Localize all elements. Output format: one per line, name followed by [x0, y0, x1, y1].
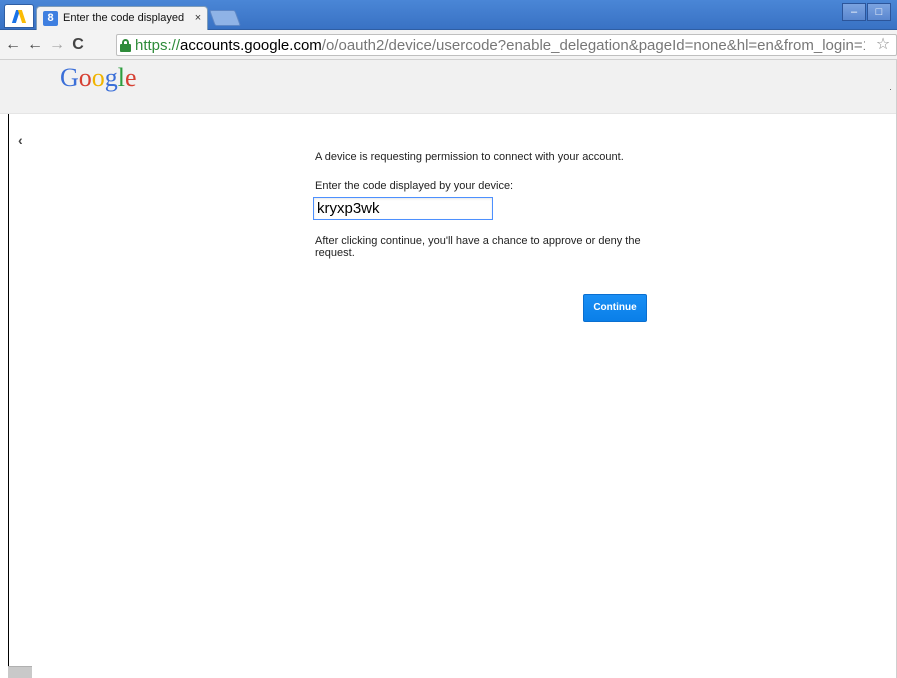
approval-info-message: After clicking continue, you'll have a c…	[315, 235, 641, 259]
continue-button[interactable]: Continue	[583, 294, 647, 322]
logo-letter: e	[125, 63, 137, 92]
logo-letter: l	[117, 63, 126, 92]
url-host: accounts.google.com	[180, 38, 322, 54]
browser-toolbar: ← ← → C https://accounts.google.com/o/oa…	[0, 30, 897, 60]
permission-message: A device is requesting permission to con…	[315, 151, 624, 163]
url-scheme: https://	[135, 38, 181, 54]
browser-app-icon[interactable]	[4, 4, 34, 28]
app-icon-stroke-right	[17, 10, 27, 23]
logo-letter: o	[91, 63, 105, 92]
logo-letter: g	[104, 63, 118, 92]
lock-icon[interactable]	[120, 39, 131, 52]
new-tab-button[interactable]	[209, 10, 241, 26]
browser-titlebar: 8 Enter the code displayed b × – □	[0, 0, 897, 30]
browser-tab-active[interactable]: 8 Enter the code displayed b ×	[36, 6, 208, 30]
back-button[interactable]: ←	[26, 35, 44, 55]
maximize-button[interactable]: □	[867, 3, 891, 21]
back-arrow-icon[interactable]: ←	[4, 35, 22, 55]
tab-close-icon[interactable]: ×	[192, 11, 204, 25]
bookmark-star-icon[interactable]: ☆	[874, 36, 892, 54]
url-path: /o/oauth2/device/usercode?enable_delegat…	[321, 38, 865, 54]
horizontal-scrollbar-thumb[interactable]	[8, 666, 32, 678]
device-code-input[interactable]	[313, 197, 493, 220]
window-frame-left	[8, 114, 9, 678]
google-favicon-icon: 8	[43, 11, 58, 26]
logo-letter: G	[60, 63, 79, 92]
back-chevron-icon[interactable]: ‹	[18, 132, 30, 148]
lock-body	[120, 44, 131, 52]
reload-button[interactable]: C	[69, 35, 87, 55]
minimize-button[interactable]: –	[842, 3, 866, 21]
google-logo[interactable]: Google	[60, 63, 137, 93]
url-text[interactable]: https://accounts.google.com/o/oauth2/dev…	[135, 38, 865, 54]
window-controls: – □	[842, 3, 894, 21]
forward-button[interactable]: →	[48, 35, 66, 55]
tab-title: Enter the code displayed b	[63, 12, 187, 24]
code-label: Enter the code displayed by your device:	[315, 180, 514, 192]
logo-letter: o	[78, 63, 92, 92]
google-header: Google ·	[0, 60, 897, 114]
address-bar[interactable]: https://accounts.google.com/o/oauth2/dev…	[116, 34, 897, 56]
